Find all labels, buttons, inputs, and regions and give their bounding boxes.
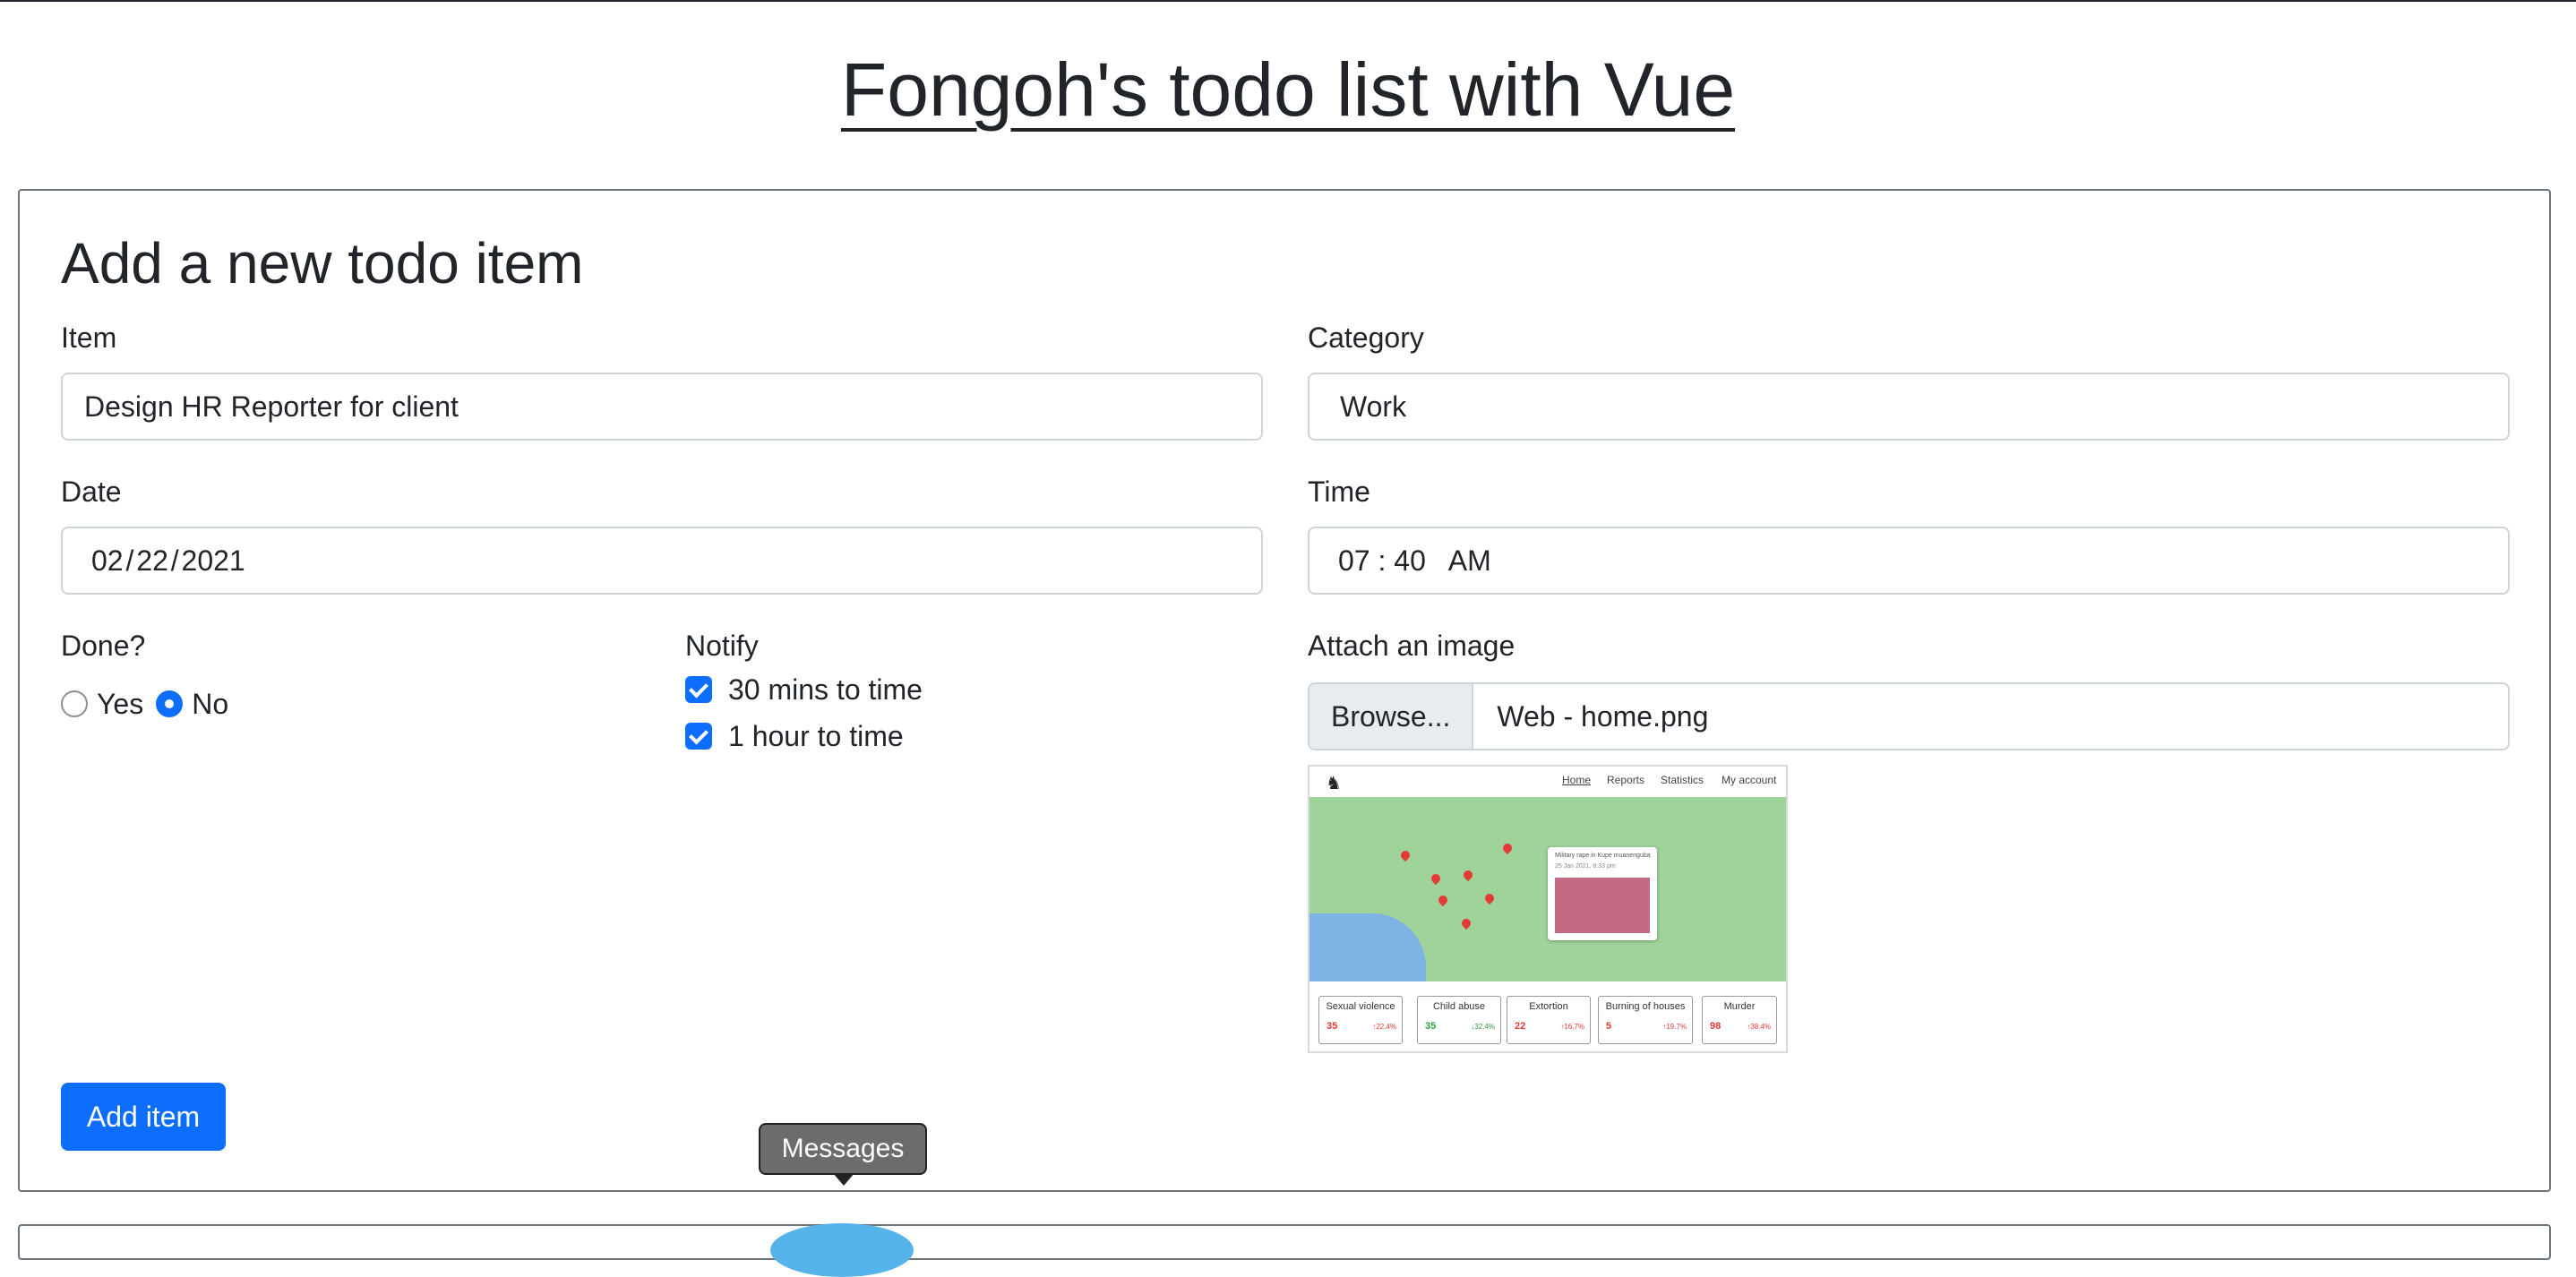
- stat-card: Sexual violence 35 ↑22.4%: [1318, 996, 1403, 1044]
- notify-30min-row: 30 mins to time: [685, 672, 923, 707]
- stat-change: ↑38.4%: [1747, 1023, 1771, 1031]
- stat-change: ↑16.7%: [1560, 1023, 1584, 1031]
- preview-nav-reports: Reports: [1607, 774, 1645, 786]
- preview-map: Military rape in Kupe muanenguba 25 Jan …: [1309, 797, 1786, 981]
- item-input[interactable]: Design HR Reporter for client: [61, 373, 1263, 441]
- add-item-button[interactable]: Add item: [61, 1083, 226, 1151]
- stat-change: ↑19.7%: [1662, 1023, 1687, 1031]
- stat-name: Murder: [1723, 1001, 1756, 1012]
- time-label: Time: [1308, 476, 1370, 508]
- stat-name: Sexual violence: [1326, 1001, 1395, 1012]
- done-label: Done?: [61, 630, 146, 662]
- stat-value: 22: [1515, 1021, 1526, 1032]
- stat-value: 98: [1710, 1021, 1722, 1032]
- form-heading: Add a new todo item: [61, 231, 584, 296]
- notify-1hour-checkbox[interactable]: [685, 723, 712, 750]
- stat-change: ↓32.4%: [1471, 1023, 1495, 1031]
- file-input[interactable]: Browse... Web - home.png: [1308, 682, 2510, 750]
- map-pin-icon: [1429, 871, 1443, 886]
- stat-card: Extortion 22 ↑16.7%: [1507, 996, 1591, 1044]
- preview-popup: Military rape in Kupe muanenguba 25 Jan …: [1548, 847, 1657, 940]
- date-input[interactable]: 02 / 22 / 2021: [61, 527, 1263, 595]
- preview-logo-icon: ♞: [1326, 774, 1342, 793]
- image-preview: ♞ Home Reports Statistics My account Mil…: [1308, 765, 1788, 1053]
- notify-30min-label: 30 mins to time: [728, 673, 923, 706]
- messages-bubble[interactable]: [770, 1223, 914, 1277]
- preview-nav-account: My account: [1722, 774, 1777, 786]
- notify-label: Notify: [685, 630, 759, 662]
- todo-list-card: [18, 1224, 2551, 1260]
- done-yes-radio[interactable]: [61, 690, 88, 717]
- stat-value: 35: [1425, 1021, 1437, 1032]
- map-pin-icon: [1482, 891, 1497, 905]
- stat-card: Child abuse 35 ↓32.4%: [1417, 996, 1501, 1044]
- stat-name: Child abuse: [1432, 1001, 1486, 1012]
- stat-name: Extortion: [1529, 1001, 1568, 1012]
- map-pin-icon: [1436, 893, 1450, 907]
- category-label: Category: [1308, 321, 1424, 354]
- preview-navbar: ♞ Home Reports Statistics My account: [1309, 767, 1786, 797]
- notify-30min-checkbox[interactable]: [685, 676, 712, 703]
- preview-sea: [1309, 913, 1426, 981]
- preview-popup-date: 25 Jan 2021, 8:33 pm: [1555, 863, 1616, 870]
- done-radio-group: Yes No: [61, 686, 241, 722]
- notify-1hour-row: 1 hour to time: [685, 718, 904, 754]
- done-yes-label: Yes: [97, 687, 144, 720]
- page-title: Fongoh's todo list with Vue: [840, 47, 1736, 132]
- notify-1hour-label: 1 hour to time: [728, 719, 904, 752]
- map-pin-icon: [1459, 916, 1473, 930]
- category-select[interactable]: Work: [1308, 373, 2510, 441]
- stat-name: Burning of houses: [1605, 1001, 1686, 1012]
- preview-nav-home: Home: [1562, 774, 1592, 786]
- stat-change: ↑22.4%: [1372, 1023, 1396, 1031]
- preview-stats: Sexual violence 35 ↑22.4% Child abuse 35…: [1309, 981, 1786, 1051]
- date-label: Date: [61, 476, 122, 508]
- messages-tooltip: Messages: [759, 1123, 927, 1175]
- stat-card: Burning of houses 5 ↑19.7%: [1598, 996, 1693, 1044]
- stat-card: Murder 98 ↑38.4%: [1702, 996, 1777, 1044]
- preview-popup-title: Military rape in Kupe muanenguba: [1555, 853, 1651, 859]
- browse-button[interactable]: Browse...: [1309, 684, 1474, 749]
- file-name: Web - home.png: [1497, 700, 1709, 733]
- time-input[interactable]: 07 : 40 AM: [1308, 527, 2510, 595]
- map-pin-icon: [1398, 848, 1413, 862]
- map-pin-icon: [1500, 841, 1515, 855]
- done-no-radio[interactable]: [156, 690, 184, 717]
- top-border: [0, 0, 2576, 2]
- preview-popup-photo: [1555, 878, 1650, 933]
- preview-nav-statistics: Statistics: [1661, 774, 1704, 786]
- map-pin-icon: [1461, 868, 1475, 882]
- tooltip-arrow: [833, 1173, 854, 1186]
- stat-value: 5: [1606, 1021, 1612, 1032]
- done-no-label: No: [192, 687, 229, 720]
- item-label: Item: [61, 321, 117, 354]
- attach-label: Attach an image: [1308, 630, 1516, 662]
- stat-value: 35: [1327, 1021, 1338, 1032]
